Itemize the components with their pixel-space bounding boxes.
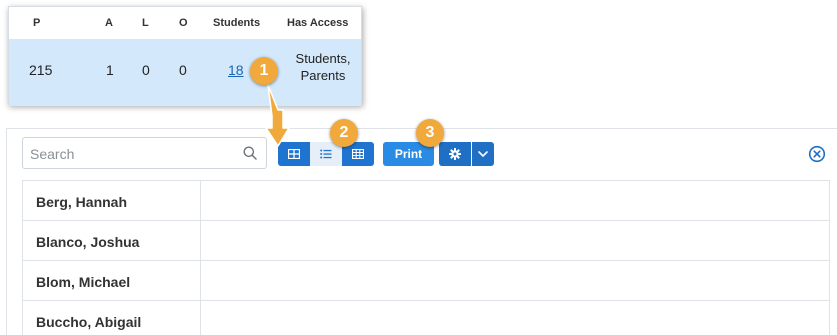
- callout-badge-2: 2: [330, 119, 358, 147]
- callout-badge-3: 3: [416, 119, 444, 147]
- callout-arrow: [265, 84, 290, 147]
- screen: P A L O Students Has Access 215 1 0 0 18…: [0, 0, 837, 335]
- callout-badge-1: 1: [250, 57, 278, 85]
